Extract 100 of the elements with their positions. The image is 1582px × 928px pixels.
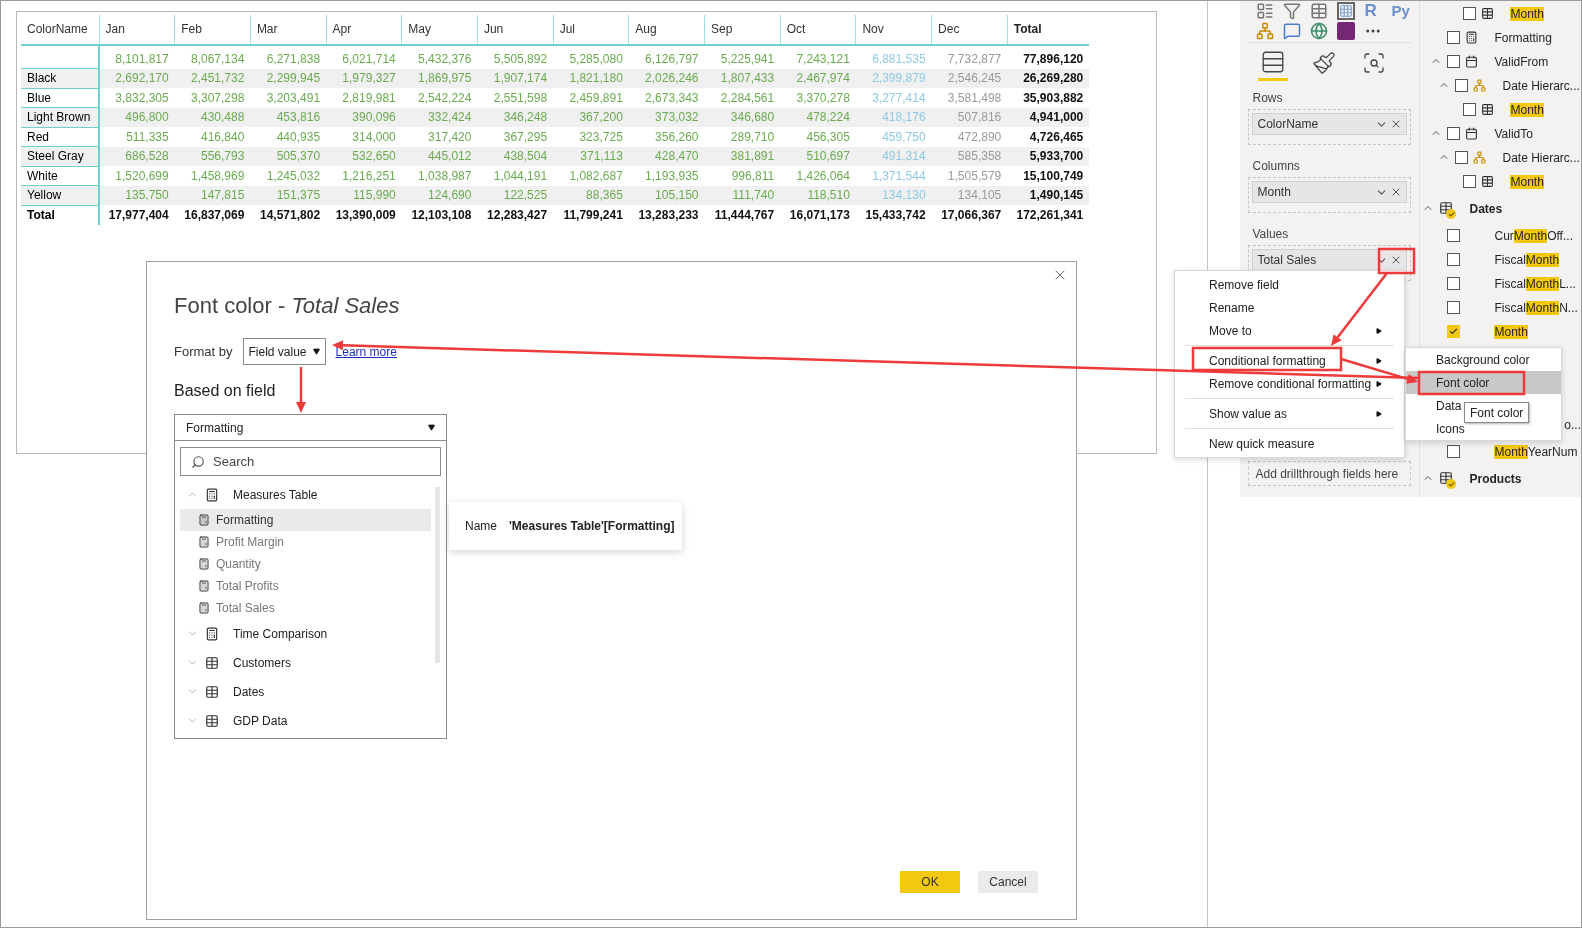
table-cell: 11,444,767 [704,205,781,225]
table-cell: 12,283,427 [477,205,554,225]
table-cell: 430,488 [174,107,251,127]
section-heading: Based on field [174,381,276,401]
table-cell: 2,459,891 [553,88,629,108]
table-cell: 428,470 [628,146,705,166]
table-cell: 585,358 [931,146,1008,166]
table-cell-text: 6,271,838 [265,50,322,68]
table-cell: 459,750 [855,127,932,147]
well-title: Columns [1251,158,1301,175]
table-cell: 134,130 [855,185,932,205]
table-cell: 996,811 [704,166,781,186]
table-cell: 12,103,108 [401,205,478,225]
table-cell: 2,284,561 [704,88,781,108]
table-cell: 17,977,404 [99,205,175,225]
table-cell: 88,365 [553,185,629,205]
table-cell: 151,375 [250,185,327,205]
table-cell: 1,807,433 [704,68,781,88]
table-cell: 2,673,343 [628,88,705,108]
table-cell: 2,451,732 [174,68,251,88]
well-title: Rows [1251,90,1284,107]
table-cell: 5,933,700 [1007,146,1090,166]
table-cell: 3,203,491 [250,88,327,108]
table-cell: 356,260 [628,127,705,147]
table-cell: 16,837,069 [174,205,251,225]
table-cell: 1,216,251 [326,166,402,186]
table-cell: 2,467,974 [780,68,856,88]
tooltip: Font color [1464,402,1530,423]
table-cell: 16,071,173 [780,205,856,225]
row-header: Total [21,205,99,225]
table-cell-text: 8,067,134 [190,50,246,68]
table-cell: 505,370 [250,146,327,166]
table-cell: 2,692,170 [99,68,175,88]
table-cell-text: 7,732,877 [946,50,1003,68]
table-cell: 686,528 [99,146,175,166]
table-cell: 8,101,817 [99,49,175,69]
tooltip-key: Name [465,517,497,535]
row-header: Black [21,68,99,88]
table-cell: 134,105 [931,185,1008,205]
table-cell: 3,832,305 [99,88,175,108]
table-cell: 1,038,987 [401,166,478,186]
table-cell: 556,793 [174,146,251,166]
table-cell: 1,371,544 [855,166,932,186]
table-cell: 371,113 [553,146,629,166]
table-cell: 1,082,687 [553,166,629,186]
table-cell: 478,224 [780,107,856,127]
table-cell: 118,510 [780,185,856,205]
table-cell: 1,821,180 [553,68,629,88]
table-cell: 511,335 [99,127,175,147]
table-cell: 14,571,802 [250,205,327,225]
table-cell-text: 5,432,376 [417,50,473,68]
table-cell: 332,424 [401,107,478,127]
table-cell: 1,426,064 [780,166,856,186]
table-cell: 15,100,749 [1007,166,1090,186]
format-by-label: Format by [174,342,233,361]
table-cell-text: 6,881,535 [871,50,927,68]
table-cell: 472,890 [931,127,1008,147]
table-cell: 124,690 [401,185,478,205]
dialog-title: Font color - Total Sales [174,292,401,320]
table-cell-text: 6,126,797 [644,50,700,68]
table-cell: 35,903,882 [1007,88,1090,108]
table-cell: 2,819,981 [326,88,402,108]
table-cell: 26,269,280 [1007,68,1090,88]
table-cell-text: 5,285,080 [568,50,624,68]
table-cell-text: 5,225,941 [719,50,776,68]
table-cell: 496,800 [99,107,175,127]
table-cell: 1,490,145 [1007,185,1090,205]
table-cell: 2,026,246 [628,68,705,88]
table-cell: 1,044,191 [477,166,554,186]
table-cell: 135,750 [99,185,175,205]
table-cell-text: 7,243,121 [795,50,851,68]
table-cell: 453,816 [250,107,327,127]
table-cell: 4,941,000 [1007,107,1090,127]
table-cell: 416,840 [174,127,251,147]
table-cell: 491,314 [855,146,932,166]
table-cell: 1,979,327 [326,68,402,88]
table-cell-text: 5,505,892 [492,50,549,68]
table-cell-text: 77,896,120 [1022,50,1085,68]
table-cell: 111,740 [704,185,781,205]
table-cell: 532,650 [326,146,402,166]
well-title: Values [1251,226,1290,243]
table-cell: 1,869,975 [401,68,478,88]
table-cell: 172,261,341 [1007,205,1090,225]
table-cell: 440,935 [250,127,327,147]
table-cell: 2,551,598 [477,88,554,108]
table-cell: 367,295 [477,127,554,147]
table-cell: 15,433,742 [855,205,932,225]
table-cell: 438,504 [477,146,554,166]
table-cell: 323,725 [553,127,629,147]
table-cell: 367,200 [553,107,629,127]
table-cell: 1,520,699 [99,166,175,186]
table-cell: 147,815 [174,185,251,205]
table-cell: 1,245,032 [250,166,327,186]
table-cell: 1,505,579 [931,166,1008,186]
table-cell: 17,066,367 [931,205,1008,225]
table-cell-text: 6,021,714 [341,50,397,68]
table-cell: 381,891 [704,146,781,166]
table-cell: 314,000 [326,127,402,147]
table-cell: 2,299,945 [250,68,327,88]
table-cell: 346,248 [477,107,554,127]
